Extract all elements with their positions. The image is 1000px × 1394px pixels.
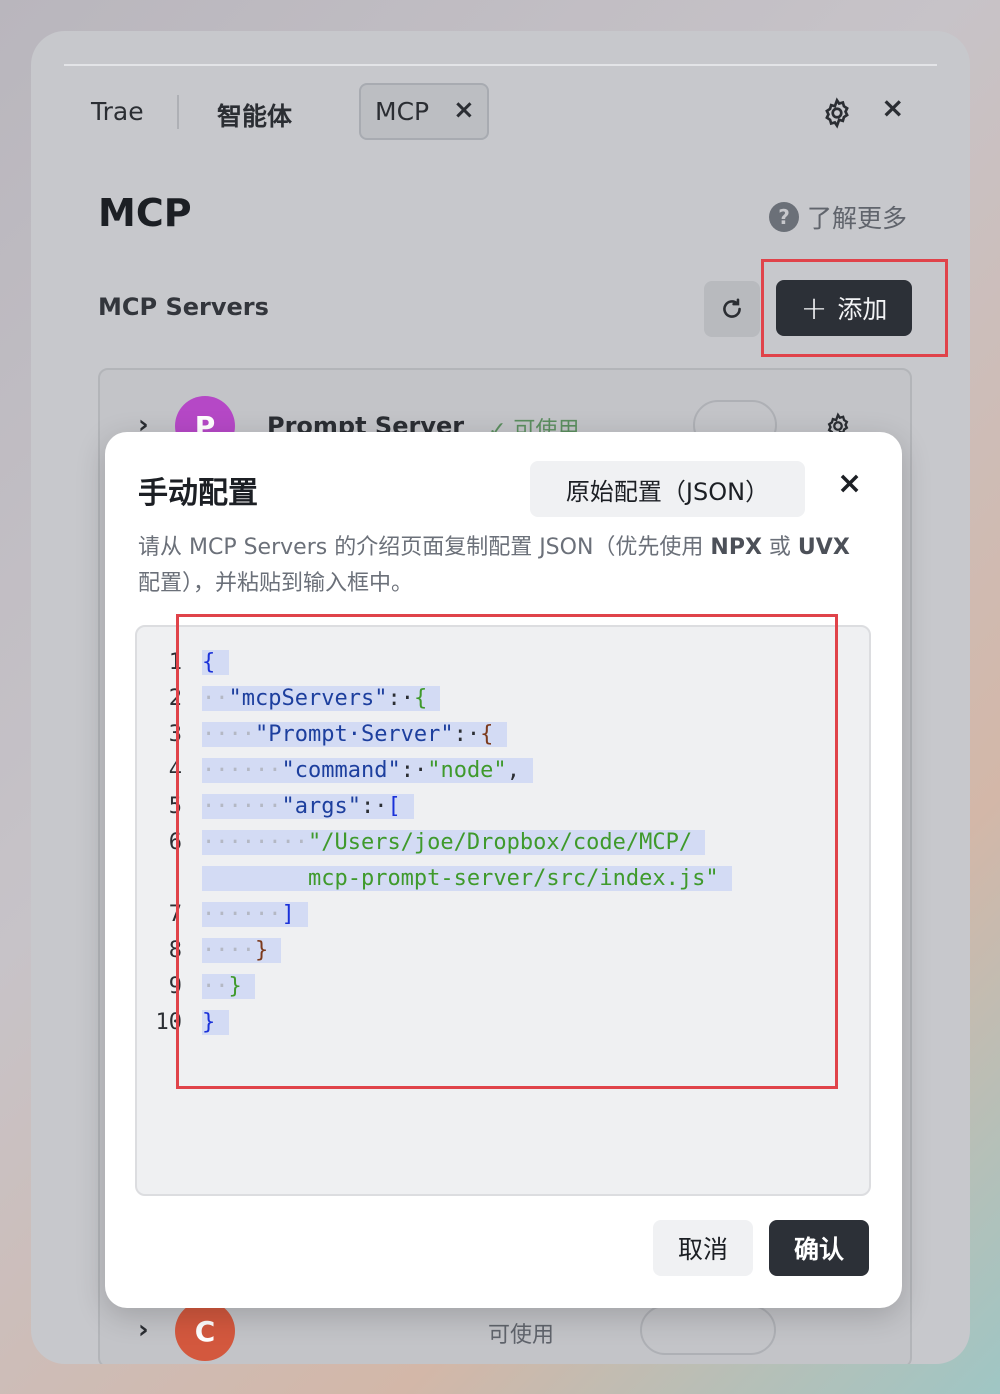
server-tools-pill[interactable]	[640, 1305, 776, 1355]
dialog-close-icon[interactable]: ×	[837, 466, 862, 501]
tab-agent[interactable]: 智能体	[217, 97, 292, 133]
tab-divider	[177, 95, 179, 129]
top-divider	[64, 64, 937, 66]
server-status: 可使用	[488, 1323, 555, 1348]
learn-more-link[interactable]: ? 了解更多	[769, 199, 907, 235]
dialog-title: 手动配置	[138, 476, 258, 511]
help-icon: ?	[769, 202, 799, 232]
add-button-highlight-box	[761, 259, 948, 357]
cancel-button[interactable]: 取消	[653, 1220, 753, 1276]
page-title: MCP	[98, 191, 192, 235]
window-close-icon[interactable]: ×	[881, 91, 904, 124]
learn-more-label: 了解更多	[807, 204, 908, 233]
servers-section-label: MCP Servers	[98, 293, 269, 321]
refresh-icon	[723, 298, 741, 318]
dialog-description: 请从 MCP Servers 的介绍页面复制配置 JSON（优先使用 NPX 或…	[138, 535, 850, 596]
expand-chevron-icon[interactable]: ›	[138, 1315, 149, 1345]
code-highlight-box	[176, 614, 838, 1089]
server-row[interactable]: › P Prompt Server ✓ 可使用	[100, 370, 910, 456]
tab-mcp-label: MCP	[375, 97, 430, 126]
tab-bar: Trae 智能体 MCP × ×	[31, 83, 970, 141]
server-avatar: C	[175, 1301, 235, 1361]
settings-gear-icon[interactable]	[821, 97, 853, 129]
tab-trae[interactable]: Trae	[91, 97, 144, 126]
confirm-button[interactable]: 确认	[769, 1220, 869, 1276]
tab-mcp[interactable]: MCP ×	[359, 83, 489, 140]
tab-close-icon[interactable]: ×	[453, 95, 475, 125]
raw-config-json-button[interactable]: 原始配置（JSON）	[530, 461, 805, 517]
refresh-button[interactable]	[704, 281, 760, 337]
